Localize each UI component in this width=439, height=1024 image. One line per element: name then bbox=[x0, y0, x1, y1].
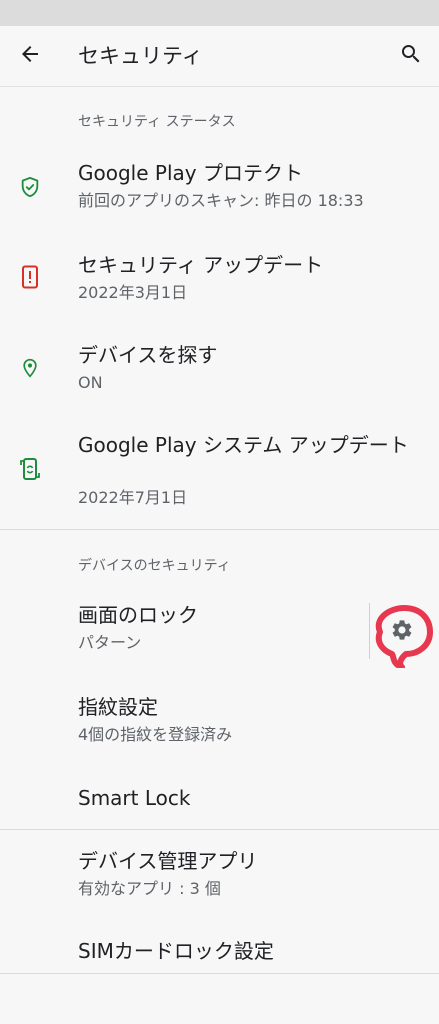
item-subtitle: パターン bbox=[78, 633, 142, 652]
arrow-back-icon bbox=[18, 42, 42, 70]
back-button[interactable] bbox=[12, 38, 48, 74]
list-item-screen-lock[interactable]: 画面のロック パターン bbox=[0, 592, 365, 664]
list-item-smart-lock[interactable]: Smart Lock bbox=[0, 772, 439, 828]
item-subtitle: 前回のアプリのスキャン: 昨日の 18:33 bbox=[78, 191, 364, 210]
app-bar: セキュリティ bbox=[0, 26, 439, 87]
section-header-security-status: セキュリティ ステータス bbox=[78, 114, 236, 130]
section-header-device-security: デバイスのセキュリティ bbox=[78, 558, 231, 574]
gear-icon bbox=[390, 618, 414, 642]
shield-check-icon bbox=[18, 175, 42, 199]
phone-sync-icon bbox=[18, 457, 42, 481]
item-title: 指紋設定 bbox=[78, 695, 158, 719]
item-title: セキュリティ アップデート bbox=[78, 253, 324, 277]
item-title: 画面のロック bbox=[78, 603, 198, 627]
search-icon bbox=[399, 42, 423, 70]
section-divider bbox=[0, 529, 439, 530]
item-title: Google Play プロテクト bbox=[78, 161, 303, 185]
list-item-google-play-protect[interactable]: Google Play プロテクト 前回のアプリのスキャン: 昨日の 18:33 bbox=[0, 150, 439, 222]
phone-alert-icon bbox=[18, 265, 42, 289]
screen-lock-settings-button[interactable] bbox=[368, 602, 436, 668]
section-divider bbox=[0, 973, 439, 974]
section-divider bbox=[0, 829, 439, 830]
item-title: SIMカードロック設定 bbox=[78, 939, 274, 963]
list-item-device-admin-apps[interactable]: デバイス管理アプリ 有効なアプリ : 3 個 bbox=[0, 838, 439, 910]
list-item-security-update[interactable]: セキュリティ アップデート 2022年3月1日 bbox=[0, 242, 439, 314]
list-item-fingerprint[interactable]: 指紋設定 4個の指紋を登録済み bbox=[0, 684, 439, 756]
item-subtitle: 2022年7月1日 bbox=[78, 488, 188, 507]
item-title: Google Play システム アップデート bbox=[78, 433, 409, 457]
search-button[interactable] bbox=[393, 38, 429, 74]
item-subtitle: 2022年3月1日 bbox=[78, 283, 188, 302]
status-bar bbox=[0, 0, 439, 26]
item-subtitle: 有効なアプリ : 3 個 bbox=[78, 879, 221, 898]
page-title: セキュリティ bbox=[78, 44, 203, 68]
list-item-play-system-update[interactable]: Google Play システム アップデート 2022年7月1日 bbox=[0, 422, 439, 518]
item-title: Smart Lock bbox=[78, 786, 191, 810]
item-subtitle: 4個の指紋を登録済み bbox=[78, 725, 233, 744]
item-subtitle: ON bbox=[78, 373, 103, 392]
list-item-find-my-device[interactable]: デバイスを探す ON bbox=[0, 332, 439, 404]
item-title: デバイスを探す bbox=[78, 343, 218, 367]
item-title: デバイス管理アプリ bbox=[78, 849, 258, 873]
location-pin-icon bbox=[18, 356, 42, 380]
